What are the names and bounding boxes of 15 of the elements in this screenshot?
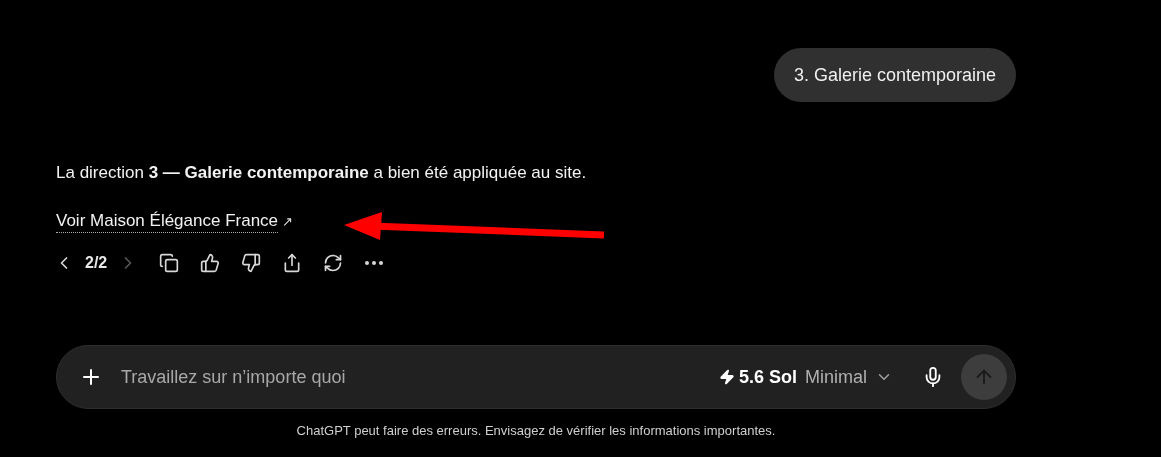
message-field[interactable]: Travaillez sur n’importe quoi 5.6 Sol Minimal (56, 345, 1016, 409)
model-selector[interactable]: 5.6 Sol Minimal (718, 363, 893, 391)
more-icon (365, 261, 384, 265)
thumbs-up-icon (200, 253, 221, 273)
lightning-icon (718, 369, 735, 385)
refresh-icon (323, 253, 344, 273)
copy-icon (159, 253, 180, 273)
assistant-message: La direction 3 — Galerie contemporaine a bien été appliquée au site. (56, 162, 588, 184)
disclaimer: ChatGPT peut faire des erreurs. Envisagez de vérifier les informations importantes. (295, 422, 777, 440)
site-link[interactable]: Voir Maison Élégance France (56, 210, 279, 233)
share-icon (282, 253, 303, 273)
pager-text: 2/2 (85, 253, 108, 273)
external-link-icon: ↗ (282, 211, 294, 232)
user-message: 3. Galerie contemporaine (773, 48, 1016, 102)
thumbs-down-icon (241, 253, 262, 273)
